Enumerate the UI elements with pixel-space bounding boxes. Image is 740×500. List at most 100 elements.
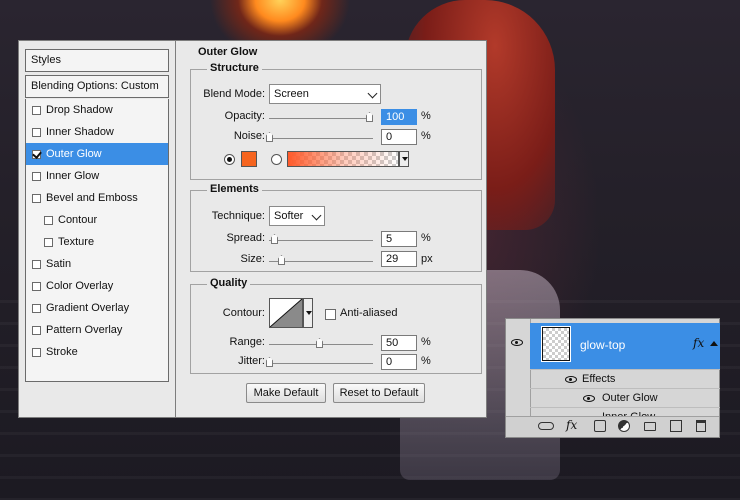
opacity-input[interactable]: 100 xyxy=(381,109,417,125)
structure-title: Structure xyxy=(207,62,262,74)
range-label: Range: xyxy=(229,336,265,348)
outer-glow-checkbox[interactable] xyxy=(32,149,41,159)
glow-gradient-picker[interactable] xyxy=(287,151,399,167)
range-unit: % xyxy=(421,336,431,348)
layers-panel: glow-top fx Effects Outer Glow Inner Glo… xyxy=(505,318,720,438)
anti-aliased-checkbox[interactable] xyxy=(325,309,336,320)
spread-slider-thumb[interactable] xyxy=(271,234,278,244)
eye-icon[interactable] xyxy=(511,339,523,346)
pattern-overlay-checkbox[interactable] xyxy=(32,325,41,335)
blend-mode-value: Screen xyxy=(274,88,309,100)
stroke-checkbox[interactable] xyxy=(32,347,41,357)
technique-select[interactable]: Softer xyxy=(269,206,325,226)
inner-glow-checkbox[interactable] xyxy=(32,171,41,181)
solid-color-radio[interactable] xyxy=(224,154,235,165)
contour-checkbox[interactable] xyxy=(44,215,53,225)
styles-panel: Styles Blending Options: Custom Drop Sha… xyxy=(18,40,176,418)
style-item-texture[interactable]: Texture xyxy=(26,231,168,253)
technique-label: Technique: xyxy=(211,210,265,222)
style-item-drop-shadow[interactable]: Drop Shadow xyxy=(26,99,168,121)
contour-dropdown-button[interactable] xyxy=(303,298,313,328)
opacity-unit: % xyxy=(421,110,431,122)
adjustment-layer-icon[interactable] xyxy=(618,420,630,432)
drop-shadow-checkbox[interactable] xyxy=(32,105,41,115)
opacity-label: Opacity: xyxy=(224,110,265,122)
gradient-overlay-checkbox[interactable] xyxy=(32,303,41,313)
contour-label: Contour: xyxy=(222,307,265,319)
jitter-unit: % xyxy=(421,355,431,367)
range-input[interactable]: 50 xyxy=(381,335,417,351)
inner-shadow-checkbox[interactable] xyxy=(32,127,41,137)
spread-label: Spread: xyxy=(226,232,265,244)
layers-toolbar: fx xyxy=(506,416,719,437)
size-label: Size: xyxy=(240,253,265,265)
elements-group: Elements Technique: Softer Spread: 5 % S… xyxy=(190,183,482,272)
style-item-outer-glow[interactable]: Outer Glow xyxy=(26,143,168,165)
visibility-column xyxy=(506,319,531,417)
new-layer-icon[interactable] xyxy=(670,420,682,432)
link-layers-icon[interactable] xyxy=(538,422,554,430)
style-item-inner-glow[interactable]: Inner Glow xyxy=(26,165,168,187)
glow-color-swatch[interactable] xyxy=(241,151,257,167)
fx-icon[interactable]: fx xyxy=(693,336,704,350)
texture-checkbox[interactable] xyxy=(44,237,53,247)
gradient-radio[interactable] xyxy=(271,154,282,165)
spread-slider-track[interactable] xyxy=(269,240,373,241)
outer-glow-title: Outer Glow xyxy=(198,46,258,58)
eye-icon[interactable] xyxy=(583,395,595,402)
size-input[interactable]: 29 xyxy=(381,251,417,267)
elements-title: Elements xyxy=(207,183,262,195)
spread-input[interactable]: 5 xyxy=(381,231,417,247)
size-slider-thumb[interactable] xyxy=(278,255,285,265)
trash-icon[interactable] xyxy=(696,420,706,432)
chevron-down-icon xyxy=(311,210,322,221)
style-item-inner-shadow[interactable]: Inner Shadow xyxy=(26,121,168,143)
styles-list: Drop Shadow Inner Shadow Outer Glow Inne… xyxy=(25,99,169,382)
effects-row[interactable]: Effects xyxy=(530,369,720,389)
noise-slider-thumb[interactable] xyxy=(266,132,273,142)
style-item-bevel-emboss[interactable]: Bevel and Emboss xyxy=(26,187,168,209)
style-item-gradient-overlay[interactable]: Gradient Overlay xyxy=(26,297,168,319)
outer-glow-panel: Outer Glow Structure Blend Mode: Screen … xyxy=(176,40,487,418)
jitter-slider-thumb[interactable] xyxy=(266,357,273,367)
style-item-contour[interactable]: Contour xyxy=(26,209,168,231)
layer-name: glow-top xyxy=(580,338,626,352)
style-item-color-overlay[interactable]: Color Overlay xyxy=(26,275,168,297)
effects-label: Effects xyxy=(582,373,616,385)
jitter-slider-track[interactable] xyxy=(269,363,373,364)
contour-linear-icon xyxy=(269,298,303,328)
style-item-stroke[interactable]: Stroke xyxy=(26,341,168,363)
noise-slider-track[interactable] xyxy=(269,138,373,139)
opacity-slider-track[interactable] xyxy=(269,118,373,119)
effect-row-outer-glow[interactable]: Outer Glow xyxy=(530,388,720,408)
blending-options-item[interactable]: Blending Options: Custom xyxy=(25,75,169,98)
add-style-fx-icon[interactable]: fx xyxy=(566,418,580,432)
quality-title: Quality xyxy=(207,277,251,289)
styles-header[interactable]: Styles xyxy=(25,49,169,72)
color-overlay-checkbox[interactable] xyxy=(32,281,41,291)
blend-mode-select[interactable]: Screen xyxy=(269,84,381,104)
jitter-label: Jitter: xyxy=(238,355,265,367)
add-mask-icon[interactable] xyxy=(594,420,606,432)
style-item-pattern-overlay[interactable]: Pattern Overlay xyxy=(26,319,168,341)
quality-group: Quality Contour: Anti-aliased Range: 50 … xyxy=(190,277,482,374)
effect-outer-glow-label: Outer Glow xyxy=(602,392,658,404)
bevel-emboss-checkbox[interactable] xyxy=(32,193,41,203)
collapse-effects-icon[interactable] xyxy=(710,341,718,346)
eye-icon[interactable] xyxy=(565,376,577,383)
jitter-input[interactable]: 0 xyxy=(381,354,417,370)
gradient-dropdown-button[interactable] xyxy=(399,151,409,167)
new-group-folder-icon[interactable] xyxy=(644,422,656,431)
layer-row-glow-top[interactable]: glow-top fx xyxy=(530,323,720,369)
noise-unit: % xyxy=(421,130,431,142)
contour-picker[interactable] xyxy=(269,298,303,328)
range-slider-thumb[interactable] xyxy=(316,338,323,348)
satin-checkbox[interactable] xyxy=(32,259,41,269)
style-item-satin[interactable]: Satin xyxy=(26,253,168,275)
technique-value: Softer xyxy=(274,210,304,222)
anti-aliased-label: Anti-aliased xyxy=(340,307,398,319)
make-default-button[interactable]: Make Default xyxy=(246,383,326,403)
noise-input[interactable]: 0 xyxy=(381,129,417,145)
opacity-slider-thumb[interactable] xyxy=(366,112,373,122)
reset-to-default-button[interactable]: Reset to Default xyxy=(333,383,425,403)
